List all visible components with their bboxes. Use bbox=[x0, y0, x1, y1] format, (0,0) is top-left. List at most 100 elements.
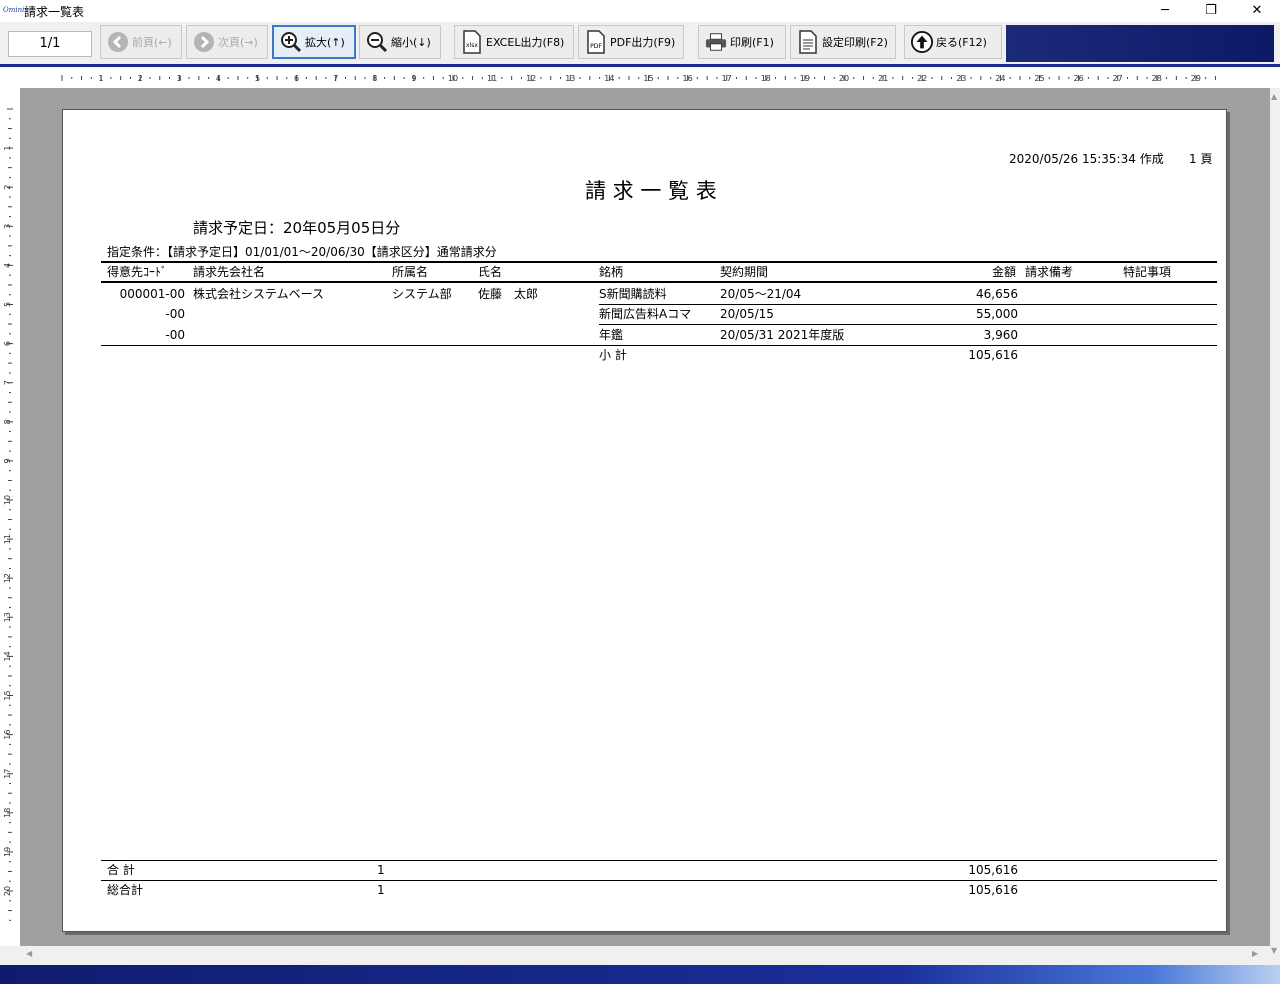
ruler-label: 23 bbox=[956, 74, 966, 83]
grand-total-amount: 105,616 bbox=[968, 883, 1018, 897]
print-label: 印刷(F1) bbox=[730, 36, 774, 49]
header-name: 氏名 bbox=[478, 265, 503, 279]
total-count: 1 bbox=[377, 863, 385, 877]
ruler-label: 10 bbox=[448, 74, 458, 83]
back-label: 戻る(F12) bbox=[936, 36, 987, 49]
cell-period: 20/05～21/04 bbox=[720, 287, 802, 301]
ruler-label: 5 bbox=[255, 74, 260, 83]
header-note: 特記事項 bbox=[1123, 265, 1172, 279]
report-page: 2020/05/26 15:35:34 作成 1 頁 請 求 一 覧 表 請求予… bbox=[62, 109, 1227, 932]
ruler-label: 17 bbox=[722, 74, 732, 83]
ruler-label: 1 bbox=[99, 74, 104, 83]
filter-condition: 指定条件：【請求予定日】01/01/01～20/06/30【請求区分】通常請求分 bbox=[107, 245, 497, 259]
cell-amount: 3,960 bbox=[983, 328, 1018, 342]
ruler-label: 20 bbox=[3, 886, 12, 896]
zoom-in-icon bbox=[280, 31, 302, 53]
excel-export-button[interactable]: xlsx EXCEL出力(F8) bbox=[454, 25, 574, 59]
ruler-label: 8 bbox=[3, 419, 12, 424]
prev-page-label: 前頁(←) bbox=[132, 36, 172, 49]
scroll-up-icon[interactable]: ▲ bbox=[1271, 92, 1277, 101]
ruler-label: 18 bbox=[3, 808, 12, 818]
cell-code: -00 bbox=[165, 328, 185, 342]
header-dept: 所属名 bbox=[392, 265, 429, 279]
vertical-scrollbar[interactable]: ▲ ▼ bbox=[1270, 88, 1280, 958]
ruler-label: 9 bbox=[411, 74, 416, 83]
scroll-left-icon[interactable]: ◀ bbox=[26, 949, 32, 958]
zoom-out-button[interactable]: 縮小(↓) bbox=[359, 25, 441, 59]
total-amount: 105,616 bbox=[968, 863, 1018, 877]
prev-page-button[interactable]: 前頁(←) bbox=[100, 25, 182, 59]
ruler-label: 13 bbox=[565, 74, 575, 83]
ruler-label: 21 bbox=[878, 74, 888, 83]
total-top-rule bbox=[101, 860, 1217, 861]
ruler-label: 3 bbox=[3, 224, 12, 229]
cell-company: 株式会社システムベース bbox=[193, 287, 325, 301]
next-page-button[interactable]: 次頁(→) bbox=[186, 25, 268, 59]
report-title: 請 求 一 覧 表 bbox=[585, 179, 717, 203]
ruler-label: 14 bbox=[3, 651, 12, 661]
cell-period: 20/05/31 2021年度版 bbox=[720, 328, 845, 342]
excel-export-label: EXCEL出力(F8) bbox=[486, 36, 565, 49]
ruler-label: 11 bbox=[487, 74, 497, 83]
arrow-up-icon bbox=[911, 31, 933, 53]
ruler-label: 10 bbox=[3, 495, 12, 505]
cell-code: -00 bbox=[165, 307, 185, 321]
setting-print-label: 設定印刷(F2) bbox=[822, 36, 888, 49]
ruler-label: 6 bbox=[3, 341, 12, 346]
cell-period: 20/05/15 bbox=[720, 307, 774, 321]
cell-item: 新聞広告料Aコマ bbox=[599, 307, 692, 321]
scroll-down-icon[interactable]: ▼ bbox=[1271, 946, 1277, 955]
toolbar-divider bbox=[0, 64, 1280, 67]
zoom-in-label: 拡大(↑) bbox=[305, 36, 345, 49]
grand-total-count: 1 bbox=[377, 883, 385, 897]
row-rule bbox=[599, 304, 1217, 305]
header-amount: 金額 bbox=[992, 265, 1017, 279]
back-button[interactable]: 戻る(F12) bbox=[904, 25, 1002, 59]
scroll-right-icon[interactable]: ▶ bbox=[1252, 949, 1258, 958]
next-page-label: 次頁(→) bbox=[218, 36, 258, 49]
ruler-label: 14 bbox=[604, 74, 614, 83]
zoom-out-icon bbox=[366, 31, 388, 53]
total-label: 合 計 bbox=[107, 863, 135, 877]
ruler-label: 4 bbox=[3, 263, 12, 268]
ruler-label: 20 bbox=[839, 74, 849, 83]
ruler-label: 27 bbox=[1113, 74, 1123, 83]
close-button[interactable]: ✕ bbox=[1234, 0, 1280, 22]
ruler-label: 12 bbox=[3, 573, 12, 583]
setting-print-button[interactable]: 設定印刷(F2) bbox=[790, 25, 896, 59]
ruler-label: 12 bbox=[526, 74, 536, 83]
ruler-label: 3 bbox=[177, 74, 182, 83]
pdf-file-icon: PDF bbox=[585, 30, 607, 54]
arrow-left-icon bbox=[107, 31, 129, 53]
vertical-ruler: 1234567891011121314151617181920 bbox=[0, 88, 20, 946]
row-rule bbox=[599, 324, 1217, 325]
ruler-label: 13 bbox=[3, 612, 12, 622]
header-code: 得意先ｺｰﾄﾞ bbox=[107, 265, 168, 279]
header-top-rule bbox=[101, 261, 1217, 263]
cell-item: 年鑑 bbox=[599, 328, 624, 342]
ruler-label: 2 bbox=[3, 185, 12, 190]
document-icon bbox=[797, 30, 819, 54]
pdf-icon-text: PDF bbox=[590, 43, 602, 50]
restore-button[interactable]: ❐ bbox=[1188, 0, 1234, 22]
ruler-label: 1 bbox=[3, 146, 12, 151]
ruler-label: 16 bbox=[3, 730, 12, 740]
status-bar bbox=[0, 965, 1280, 984]
horizontal-scrollbar[interactable]: ◀ ▶ bbox=[20, 946, 1270, 964]
ruler-label: 2 bbox=[138, 74, 143, 83]
zoom-in-button[interactable]: 拡大(↑) bbox=[272, 25, 356, 59]
cell-code: 000001-00 bbox=[119, 287, 185, 301]
print-button[interactable]: 印刷(F1) bbox=[698, 25, 786, 59]
ruler-label: 28 bbox=[1152, 74, 1162, 83]
ruler-label: 18 bbox=[761, 74, 771, 83]
subtotal-amount: 105,616 bbox=[968, 348, 1018, 362]
ruler-label: 22 bbox=[917, 74, 927, 83]
grand-total-label: 総合計 bbox=[107, 883, 144, 897]
ruler-label: 5 bbox=[3, 302, 12, 307]
title-bar: Ominis 請求一覧表 ─ ❐ ✕ bbox=[0, 0, 1280, 22]
page-number: 1 頁 bbox=[1189, 152, 1213, 166]
minimize-button[interactable]: ─ bbox=[1142, 0, 1188, 22]
excel-icon-text: xlsx bbox=[466, 42, 478, 49]
pdf-export-button[interactable]: PDF PDF出力(F9) bbox=[578, 25, 684, 59]
created-timestamp: 2020/05/26 15:35:34 作成 bbox=[1009, 152, 1164, 166]
